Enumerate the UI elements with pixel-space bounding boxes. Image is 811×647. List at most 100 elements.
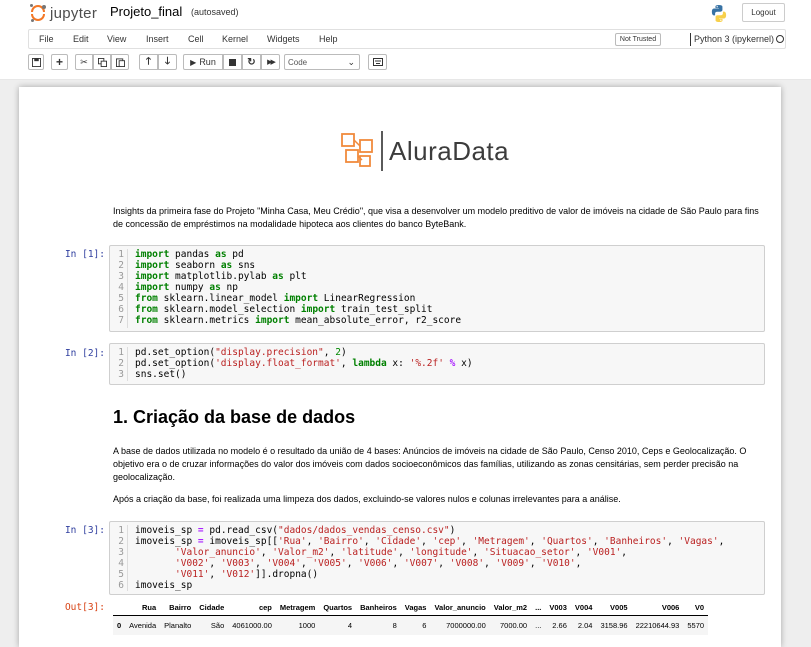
description-paragraph: A base de dados utilizada no modelo é o … <box>113 446 747 482</box>
stop-icon <box>229 58 236 66</box>
menu-cell[interactable]: Cell <box>188 34 204 44</box>
line-number: 1 <box>118 249 124 260</box>
restart-button[interactable]: ↻ <box>242 54 261 70</box>
dataframe-table: Rua Bairro Cidade cep Metragem Quartos Banheir… <box>113 600 709 635</box>
run-button[interactable]: ▶ Run <box>183 54 223 70</box>
copy-icon <box>97 57 107 67</box>
cell-1-source: import pandas as pd import seaborn as sn… <box>135 249 462 326</box>
column-header: Valor_anuncio <box>430 600 490 616</box>
cell-type-select[interactable]: Code ⌄ <box>284 54 360 70</box>
fast-forward-icon: ▶▶ <box>267 59 276 66</box>
code-cell-3[interactable]: 123456 imoveis_sp = pd.read_csv("dados/d… <box>109 521 765 595</box>
move-up-button[interactable]: 🡑 <box>139 54 158 70</box>
aluradata-logo-text: AluraData <box>389 136 510 166</box>
menu-kernel[interactable]: Kernel <box>222 34 248 44</box>
jupyter-brand-text: jupyter <box>50 4 98 22</box>
cleanup-paragraph: Após a criação da base, foi realizada um… <box>113 494 621 504</box>
cell-type-value: Code <box>288 57 308 67</box>
table-cell: 7000.00 <box>489 615 532 635</box>
menu-insert[interactable]: Insert <box>146 34 169 44</box>
table-row: 0 Avenida Planalto São 4061000.00 1000 4 8 6 7000… <box>113 615 709 635</box>
command-palette-button[interactable] <box>368 54 387 70</box>
table-cell: 22210644.93 <box>631 615 684 635</box>
table-cell: 4061000.00 <box>228 615 276 635</box>
cell-3-prompt: In [3]: <box>64 525 105 536</box>
jupyter-logo[interactable]: jupyter <box>30 3 97 23</box>
cut-button[interactable]: ✂ <box>75 54 93 70</box>
menu-file[interactable]: File <box>39 34 54 44</box>
line-number: 4 <box>118 558 124 569</box>
cell-3-source: imoveis_sp = pd.read_csv("dados/dados_ve… <box>135 525 725 591</box>
line-number: 6 <box>118 304 124 315</box>
run-label: Run <box>199 57 216 67</box>
column-header: Quartos <box>319 600 357 616</box>
logo-separator <box>381 131 383 171</box>
trust-button[interactable]: Not Trusted <box>615 33 661 46</box>
notebook-container: AluraData Insights da primeira fase do P… <box>19 87 781 647</box>
table-cell: 0 <box>113 615 126 635</box>
line-number: 2 <box>118 358 124 369</box>
table-cell: 6 <box>400 615 431 635</box>
cell-1-prompt: In [1]: <box>64 249 105 260</box>
table-cell: 1000 <box>275 615 320 635</box>
interrupt-button[interactable] <box>223 54 242 70</box>
line-number: 5 <box>118 569 124 580</box>
menu-edit[interactable]: Edit <box>73 34 89 44</box>
cell-2-prompt: In [2]: <box>64 348 105 359</box>
menu-widgets[interactable]: Widgets <box>267 34 300 44</box>
column-header: V005 <box>596 600 632 616</box>
cell-3-output-prompt: Out[3]: <box>64 602 105 613</box>
line-number: 4 <box>118 282 124 293</box>
line-number: 1 <box>118 525 124 536</box>
copy-button[interactable] <box>93 54 111 70</box>
code-cell-1[interactable]: 1234567 import pandas as pd import seabo… <box>109 245 765 332</box>
table-cell: 2.66 <box>545 615 571 635</box>
menu-help[interactable]: Help <box>319 34 338 44</box>
section-heading: 1. Criação da base de dados <box>113 407 356 427</box>
table-cell: 5570 <box>683 615 709 635</box>
intro-paragraph: Insights da primeira fase do Projeto "Mi… <box>113 206 759 229</box>
table-cell: 2.04 <box>570 615 597 635</box>
restart-run-all-button[interactable]: ▶▶ <box>261 54 280 70</box>
column-header: Vagas <box>400 600 431 616</box>
cell-2-source: pd.set_option("display.precision", 2) pd… <box>135 347 473 380</box>
line-number: 2 <box>118 536 124 547</box>
move-down-button[interactable]: 🡓 <box>158 54 177 70</box>
line-number: 3 <box>118 271 124 282</box>
column-header: cep <box>228 600 276 616</box>
column-header: Cidade <box>195 600 229 616</box>
play-icon: ▶ <box>190 57 197 67</box>
logout-button[interactable]: Logout <box>742 3 785 22</box>
chevron-down-icon: ⌄ <box>347 57 355 67</box>
column-header: V004 <box>570 600 597 616</box>
kernel-name[interactable]: Python 3 (ipykernel) <box>694 34 774 44</box>
line-number: 1 <box>118 347 124 358</box>
save-button[interactable] <box>28 54 44 70</box>
jupyter-icon <box>30 4 46 22</box>
code-cell-2[interactable]: 123 pd.set_option("display.precision", 2… <box>109 343 765 385</box>
python-icon <box>711 4 727 23</box>
scissors-icon: ✂ <box>80 56 88 67</box>
column-header: Rua <box>125 600 161 616</box>
kernel-status-indicator <box>776 35 784 43</box>
plus-icon: + <box>55 55 63 69</box>
notebook-name[interactable]: Projeto_final <box>110 4 182 19</box>
column-header: V006 <box>631 600 684 616</box>
aluradata-logo: AluraData <box>340 127 540 175</box>
column-header: Metragem <box>275 600 320 616</box>
paste-button[interactable] <box>111 54 129 70</box>
table-cell: 8 <box>356 615 401 635</box>
keyboard-icon <box>372 58 383 66</box>
menu-bar: File Edit View Insert Cell Kernel Widget… <box>28 29 786 49</box>
line-number: 3 <box>118 369 124 380</box>
column-header: V0 <box>683 600 709 616</box>
menu-view[interactable]: View <box>107 34 126 44</box>
insert-cell-button[interactable]: + <box>51 54 68 70</box>
column-header: ... <box>531 600 546 616</box>
line-numbers: 1234567 <box>110 249 128 328</box>
line-number: 3 <box>118 547 124 558</box>
table-cell: ... <box>531 615 546 635</box>
dataframe-output: Rua Bairro Cidade cep Metragem Quartos Banheir… <box>113 600 773 647</box>
column-header <box>113 600 126 616</box>
line-number: 2 <box>118 260 124 271</box>
